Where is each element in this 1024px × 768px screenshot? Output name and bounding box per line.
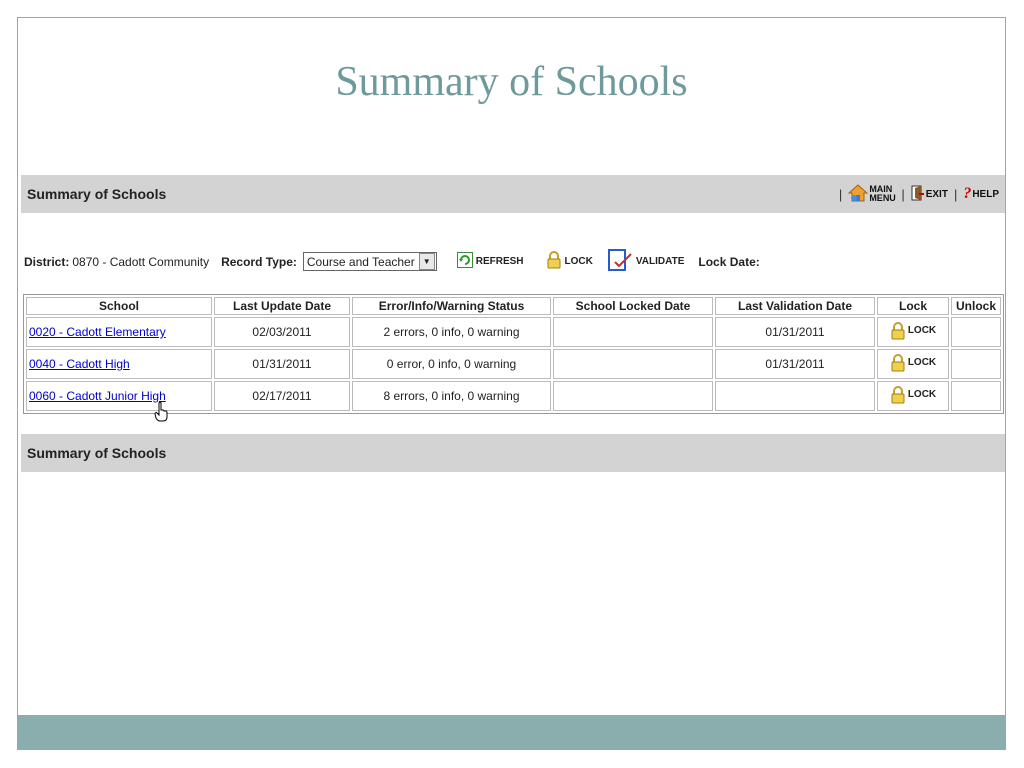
table-row: 0020 - Cadott Elementary 02/03/2011 2 er… [26,317,1001,347]
col-lock: Lock [877,297,949,315]
record-type-select[interactable]: Course and Teacher ▼ [302,252,437,271]
exit-button[interactable]: EXIT [911,185,948,204]
col-last-validation: Last Validation Date [715,297,875,315]
row-lock-button[interactable]: LOCK [890,353,937,372]
question-mark-icon: ? [963,185,972,202]
col-unlock: Unlock [951,297,1001,315]
nav-links: | MAIN MENU | EXIT | ? HELP [837,175,999,213]
summary-footer-title: Summary of Schools [27,445,167,461]
main-menu-label: MAIN MENU [869,184,896,203]
help-button[interactable]: ? HELP [963,185,999,203]
validate-button[interactable]: VALIDATE [607,248,685,275]
help-label: HELP [972,188,999,200]
hand-cursor-icon [154,402,168,422]
last-validation-cell: 01/31/2011 [715,317,875,347]
locked-date-cell [553,317,713,347]
slide: Summary of Schools Summary of Schools | … [17,17,1006,750]
nav-separator: | [901,186,905,202]
exit-door-icon [911,185,925,204]
row-lock-label: LOCK [907,389,937,400]
unlock-cell [951,349,1001,379]
nav-separator: | [838,186,843,202]
last-validation-cell [715,381,875,411]
school-link[interactable]: 0020 - Cadott Elementary [29,325,166,339]
col-last-update: Last Update Date [214,297,350,315]
padlock-icon [891,385,905,403]
padlock-icon [546,251,562,272]
slide-footer-band [17,715,1006,750]
last-update-cell: 01/31/2011 [214,349,350,379]
unlock-cell [951,317,1001,347]
lock-all-button[interactable]: LOCK [546,251,593,272]
table-row: 0060 - Cadott Junior High 02/17/2011 8 e… [26,381,1001,411]
last-validation-cell: 01/31/2011 [715,349,875,379]
row-lock-label: LOCK [907,325,937,336]
main-menu-button[interactable]: MAIN MENU [847,183,896,205]
padlock-icon [891,321,905,339]
record-type-label: Record Type: [221,254,297,269]
col-locked-date: School Locked Date [553,297,713,315]
status-cell: 2 errors, 0 info, 0 warning [352,317,551,347]
nav-separator: | [953,186,958,202]
chevron-down-icon: ▼ [418,253,435,270]
district-label: District: [24,254,70,269]
exit-label: EXIT [925,188,948,200]
locked-date-cell [553,349,713,379]
locked-date-cell [553,381,713,411]
row-lock-button[interactable]: LOCK [890,385,937,404]
validate-label: VALIDATE [635,256,685,267]
status-cell: 0 error, 0 info, 0 warning [352,349,551,379]
unlock-cell [951,381,1001,411]
filter-row: District: 0870 - Cadott Community Record… [24,248,760,275]
schools-table: School Last Update Date Error/Info/Warni… [23,294,1004,414]
refresh-button[interactable]: REFRESH [456,252,524,271]
summary-footer-bar: Summary of Schools [21,434,1005,472]
school-link[interactable]: 0040 - Cadott High [29,357,130,371]
slide-title: Summary of Schools [335,59,688,105]
table-row: 0040 - Cadott High 01/31/2011 0 error, 0… [26,349,1001,379]
lock-date-label: Lock Date: [698,254,760,269]
padlock-icon [891,353,905,371]
home-icon [847,183,869,205]
lock-label: LOCK [564,256,593,267]
col-status: Error/Info/Warning Status [352,297,551,315]
summary-header-bar: Summary of Schools | MAIN MENU | EXIT | … [21,175,1005,213]
refresh-icon [456,252,473,271]
last-update-cell: 02/03/2011 [214,317,350,347]
row-lock-button[interactable]: LOCK [890,321,937,340]
validate-check-icon [607,248,633,275]
row-lock-label: LOCK [907,357,937,368]
record-type-value: Course and Teacher [306,254,415,269]
status-cell: 8 errors, 0 info, 0 warning [352,381,551,411]
col-school: School [26,297,212,315]
refresh-label: REFRESH [475,256,524,267]
last-update-cell: 02/17/2011 [214,381,350,411]
table-header-row: School Last Update Date Error/Info/Warni… [26,297,1001,315]
district-value: 0870 - Cadott Community [72,254,210,269]
school-link[interactable]: 0060 - Cadott Junior High [29,389,166,403]
summary-header-title: Summary of Schools [27,186,167,202]
